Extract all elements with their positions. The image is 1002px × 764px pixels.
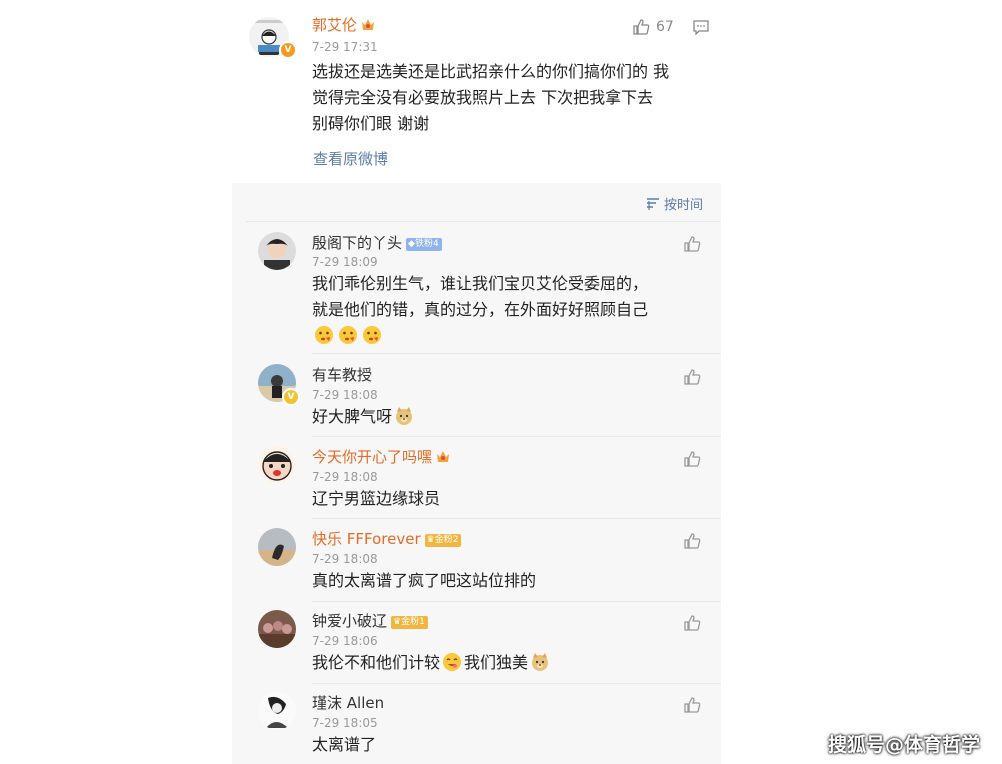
post-text-line: 觉得完全没有必要放我照片上去 下次把我拿下去 xyxy=(312,88,654,107)
verified-badge-icon: V xyxy=(282,388,300,406)
divider xyxy=(312,601,721,602)
comment-text: 太离谱了 xyxy=(312,735,377,754)
commenter-name[interactable]: 瑾沫 Allen xyxy=(312,694,384,712)
comment-time: 7-29 18:09 xyxy=(312,255,378,269)
commenter-avatar[interactable] xyxy=(258,446,296,484)
comment-text: 辽宁男篮边缘球员 xyxy=(312,489,441,508)
watermark: 搜狐号@体育哲学 xyxy=(827,734,980,756)
like-count: 67 xyxy=(656,19,674,35)
comment-text-segment: 我伦不和他们计较 xyxy=(312,653,441,672)
fan-badge: ♛金粉2 xyxy=(424,534,462,547)
comment-time: 7-29 18:05 xyxy=(312,716,378,730)
comment-section: 按时间 殷阁下的丫头 ◆铁粉4 7-29 18:09 我们乖伦别生气，谁让我们宝贝… xyxy=(232,183,721,764)
commenter-avatar[interactable] xyxy=(258,528,296,566)
comment-text-line: 好大脾气呀 xyxy=(312,407,393,426)
doge-emoji-icon xyxy=(532,653,549,671)
kiss-emoji-icon xyxy=(339,326,357,344)
commenter-name[interactable]: 今天你开心了吗嘿 xyxy=(312,448,450,466)
kiss-emoji-icon xyxy=(315,326,333,344)
verified-badge-icon: V xyxy=(279,41,297,59)
yummy-emoji-icon xyxy=(443,653,462,671)
post-text: 选拔还是选美还是比武招亲什么的你们搞你们的 我 觉得完全没有必要放我照片上去 下… xyxy=(312,59,712,137)
divider xyxy=(312,436,721,437)
comment-text: 我伦不和他们计较 我们独美 xyxy=(312,650,552,676)
commenter-avatar[interactable] xyxy=(258,692,296,730)
comment-time: 7-29 18:06 xyxy=(312,634,378,648)
post-text-line: 选拔还是选美还是比武招亲什么的你们搞你们的 我 xyxy=(312,62,670,81)
fan-badge: ♛金粉1 xyxy=(391,616,428,629)
divider xyxy=(246,221,721,222)
comment-time: 7-29 18:08 xyxy=(312,470,378,484)
view-original-link[interactable]: 查看原微博 xyxy=(313,148,388,169)
comment-like-icon[interactable] xyxy=(683,368,701,386)
comment-time: 7-29 18:08 xyxy=(312,552,378,566)
comment-text: 好大脾气呀 xyxy=(312,404,416,430)
comment-like-icon[interactable] xyxy=(683,235,701,253)
divider xyxy=(312,683,721,684)
emoji-row xyxy=(312,323,702,349)
like-icon[interactable] xyxy=(632,18,650,36)
commenter-name[interactable]: 快乐 FFForever ♛金粉2 xyxy=(312,530,462,548)
sort-by-time-button[interactable]: 按时间 xyxy=(646,194,703,213)
comment-text: 我们乖伦别生气，谁让我们宝贝艾伦受委屈的， 就是他们的错，真的过分，在外面好好照… xyxy=(312,271,702,349)
post-author-name[interactable]: 郭艾伦 xyxy=(312,16,375,34)
commenter-name[interactable]: 有车教授 xyxy=(312,366,372,384)
comment-text-segment: 我们独美 xyxy=(464,653,529,672)
comment-text-line: 就是他们的错，真的过分，在外面好好照顾自己 xyxy=(312,300,649,319)
commenter-avatar[interactable] xyxy=(258,610,296,648)
doge-emoji-icon xyxy=(396,407,413,425)
comment-time: 7-29 18:08 xyxy=(312,388,378,402)
post-time: 7-29 17:31 xyxy=(312,40,378,54)
comment-icon[interactable] xyxy=(693,19,709,35)
divider xyxy=(312,353,721,354)
weibo-post: V 郭艾伦 7-29 17:31 67 选拔还是选美还是比武招亲什么的你们搞你们… xyxy=(232,0,721,183)
commenter-name[interactable]: 钟爱小破辽 ♛金粉1 xyxy=(312,612,428,630)
commenter-name[interactable]: 殷阁下的丫头 ◆铁粉4 xyxy=(312,234,442,252)
crown-icon xyxy=(362,19,375,30)
kiss-emoji-icon xyxy=(363,326,381,344)
sort-icon xyxy=(646,198,659,210)
crown-icon xyxy=(437,451,450,462)
commenter-avatar[interactable] xyxy=(258,232,296,270)
comment-text: 真的太离谱了疯了吧这站位排的 xyxy=(312,571,537,590)
comment-like-icon[interactable] xyxy=(683,532,701,550)
comment-text-line: 我们乖伦别生气，谁让我们宝贝艾伦受委屈的， xyxy=(312,274,649,293)
fan-badge: ◆铁粉4 xyxy=(406,238,442,251)
comment-like-icon[interactable] xyxy=(683,614,701,632)
comment-like-icon[interactable] xyxy=(683,450,701,468)
comment-like-icon[interactable] xyxy=(683,696,701,714)
post-text-line: 别碍你们眼 谢谢 xyxy=(312,114,430,133)
sort-label: 按时间 xyxy=(663,198,703,213)
divider xyxy=(312,518,721,519)
